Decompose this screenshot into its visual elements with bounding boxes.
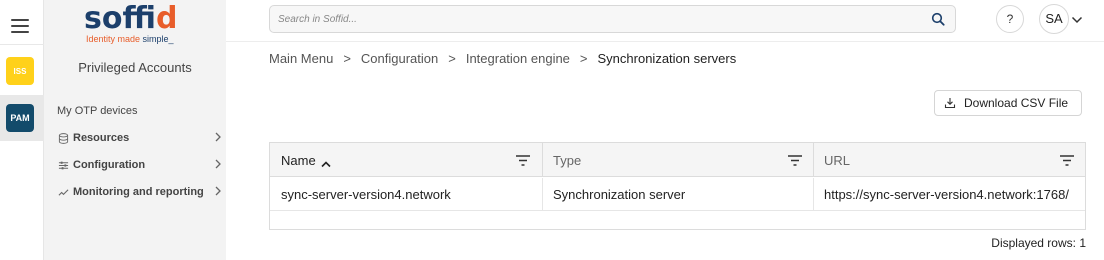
column-header-label: Type (553, 152, 582, 168)
menu-item-configuration[interactable]: Configuration (57, 155, 222, 175)
chevron-right-icon (210, 158, 222, 172)
breadcrumb-item-main-menu[interactable]: Main Menu (269, 51, 333, 66)
menu-item-label: Monitoring and reporting (73, 186, 204, 198)
breadcrumb-separator: > (448, 51, 456, 66)
cell-type: Synchronization server (553, 187, 686, 202)
chevron-right-icon (210, 185, 222, 199)
filter-icon[interactable] (788, 153, 802, 166)
chevron-right-icon (210, 131, 222, 145)
top-bar: ? SA (226, 0, 1104, 42)
download-icon (944, 97, 956, 109)
cell-name: sync-server-version4.network (281, 187, 451, 202)
user-avatar[interactable]: SA (1039, 4, 1069, 34)
side-panel: soffid Identity made simple_ Privileged … (44, 0, 226, 260)
app-rail: ISS PAM (0, 0, 44, 260)
help-button[interactable]: ? (996, 5, 1024, 33)
search-icon[interactable] (931, 12, 945, 26)
logo-tagline: Identity made simple_ (86, 34, 174, 44)
app-iss-button[interactable]: ISS (6, 57, 34, 85)
menu-item-my-otp-devices[interactable]: My OTP devices (57, 101, 222, 121)
rail-divider (0, 44, 44, 45)
column-header-label: URL (824, 152, 851, 168)
soffid-logo: soffid Identity made simple_ (84, 2, 194, 50)
breadcrumb-separator: > (579, 51, 588, 66)
filter-icon[interactable] (516, 153, 530, 166)
cell-url: https://sync-server-version4.network:176… (824, 187, 1069, 202)
download-csv-label: Download CSV File (964, 96, 1069, 110)
search-box (269, 5, 956, 33)
search-input[interactable] (278, 10, 918, 28)
filter-icon[interactable] (1060, 153, 1074, 166)
menu-item-resources[interactable]: Resources (57, 128, 222, 148)
column-header-type[interactable]: Type (542, 143, 814, 177)
displayed-rows-count: Displayed rows: 1 (991, 236, 1086, 250)
sort-ascending-icon[interactable] (321, 156, 331, 168)
breadcrumb-current: Synchronization servers (597, 51, 737, 66)
column-header-url[interactable]: URL (813, 143, 1085, 177)
menu-item-label: Configuration (73, 159, 146, 171)
servers-table: Name Type URL sync-server-version4.netwo… (269, 142, 1086, 230)
menu-item-label: Resources (73, 132, 130, 144)
breadcrumb: Main Menu > Configuration > Integration … (269, 51, 736, 66)
column-header-label: Name (281, 152, 316, 168)
hamburger-menu-icon[interactable] (11, 19, 29, 33)
app-pam-button[interactable]: PAM (6, 104, 34, 132)
breadcrumb-item-integration-engine[interactable]: Integration engine (466, 51, 570, 66)
menu-item-monitoring-and-reporting[interactable]: Monitoring and reporting (57, 182, 222, 202)
database-icon (57, 132, 69, 144)
breadcrumb-item-configuration[interactable]: Configuration (361, 51, 438, 66)
trend-icon (57, 186, 69, 198)
logo-wordmark: soffid (84, 1, 178, 36)
menu-item-label: My OTP devices (57, 105, 138, 117)
breadcrumb-separator: > (343, 51, 351, 66)
table-row[interactable]: sync-server-version4.network Synchroniza… (270, 178, 1085, 211)
sliders-icon (57, 159, 69, 171)
download-csv-button[interactable]: Download CSV File (934, 90, 1082, 116)
chevron-down-icon[interactable] (1071, 12, 1083, 24)
column-header-name[interactable]: Name (270, 143, 542, 177)
table-header: Name Type URL (270, 143, 1085, 177)
app-pam-selected: PAM (0, 95, 44, 141)
section-title: Privileged Accounts (78, 60, 192, 75)
